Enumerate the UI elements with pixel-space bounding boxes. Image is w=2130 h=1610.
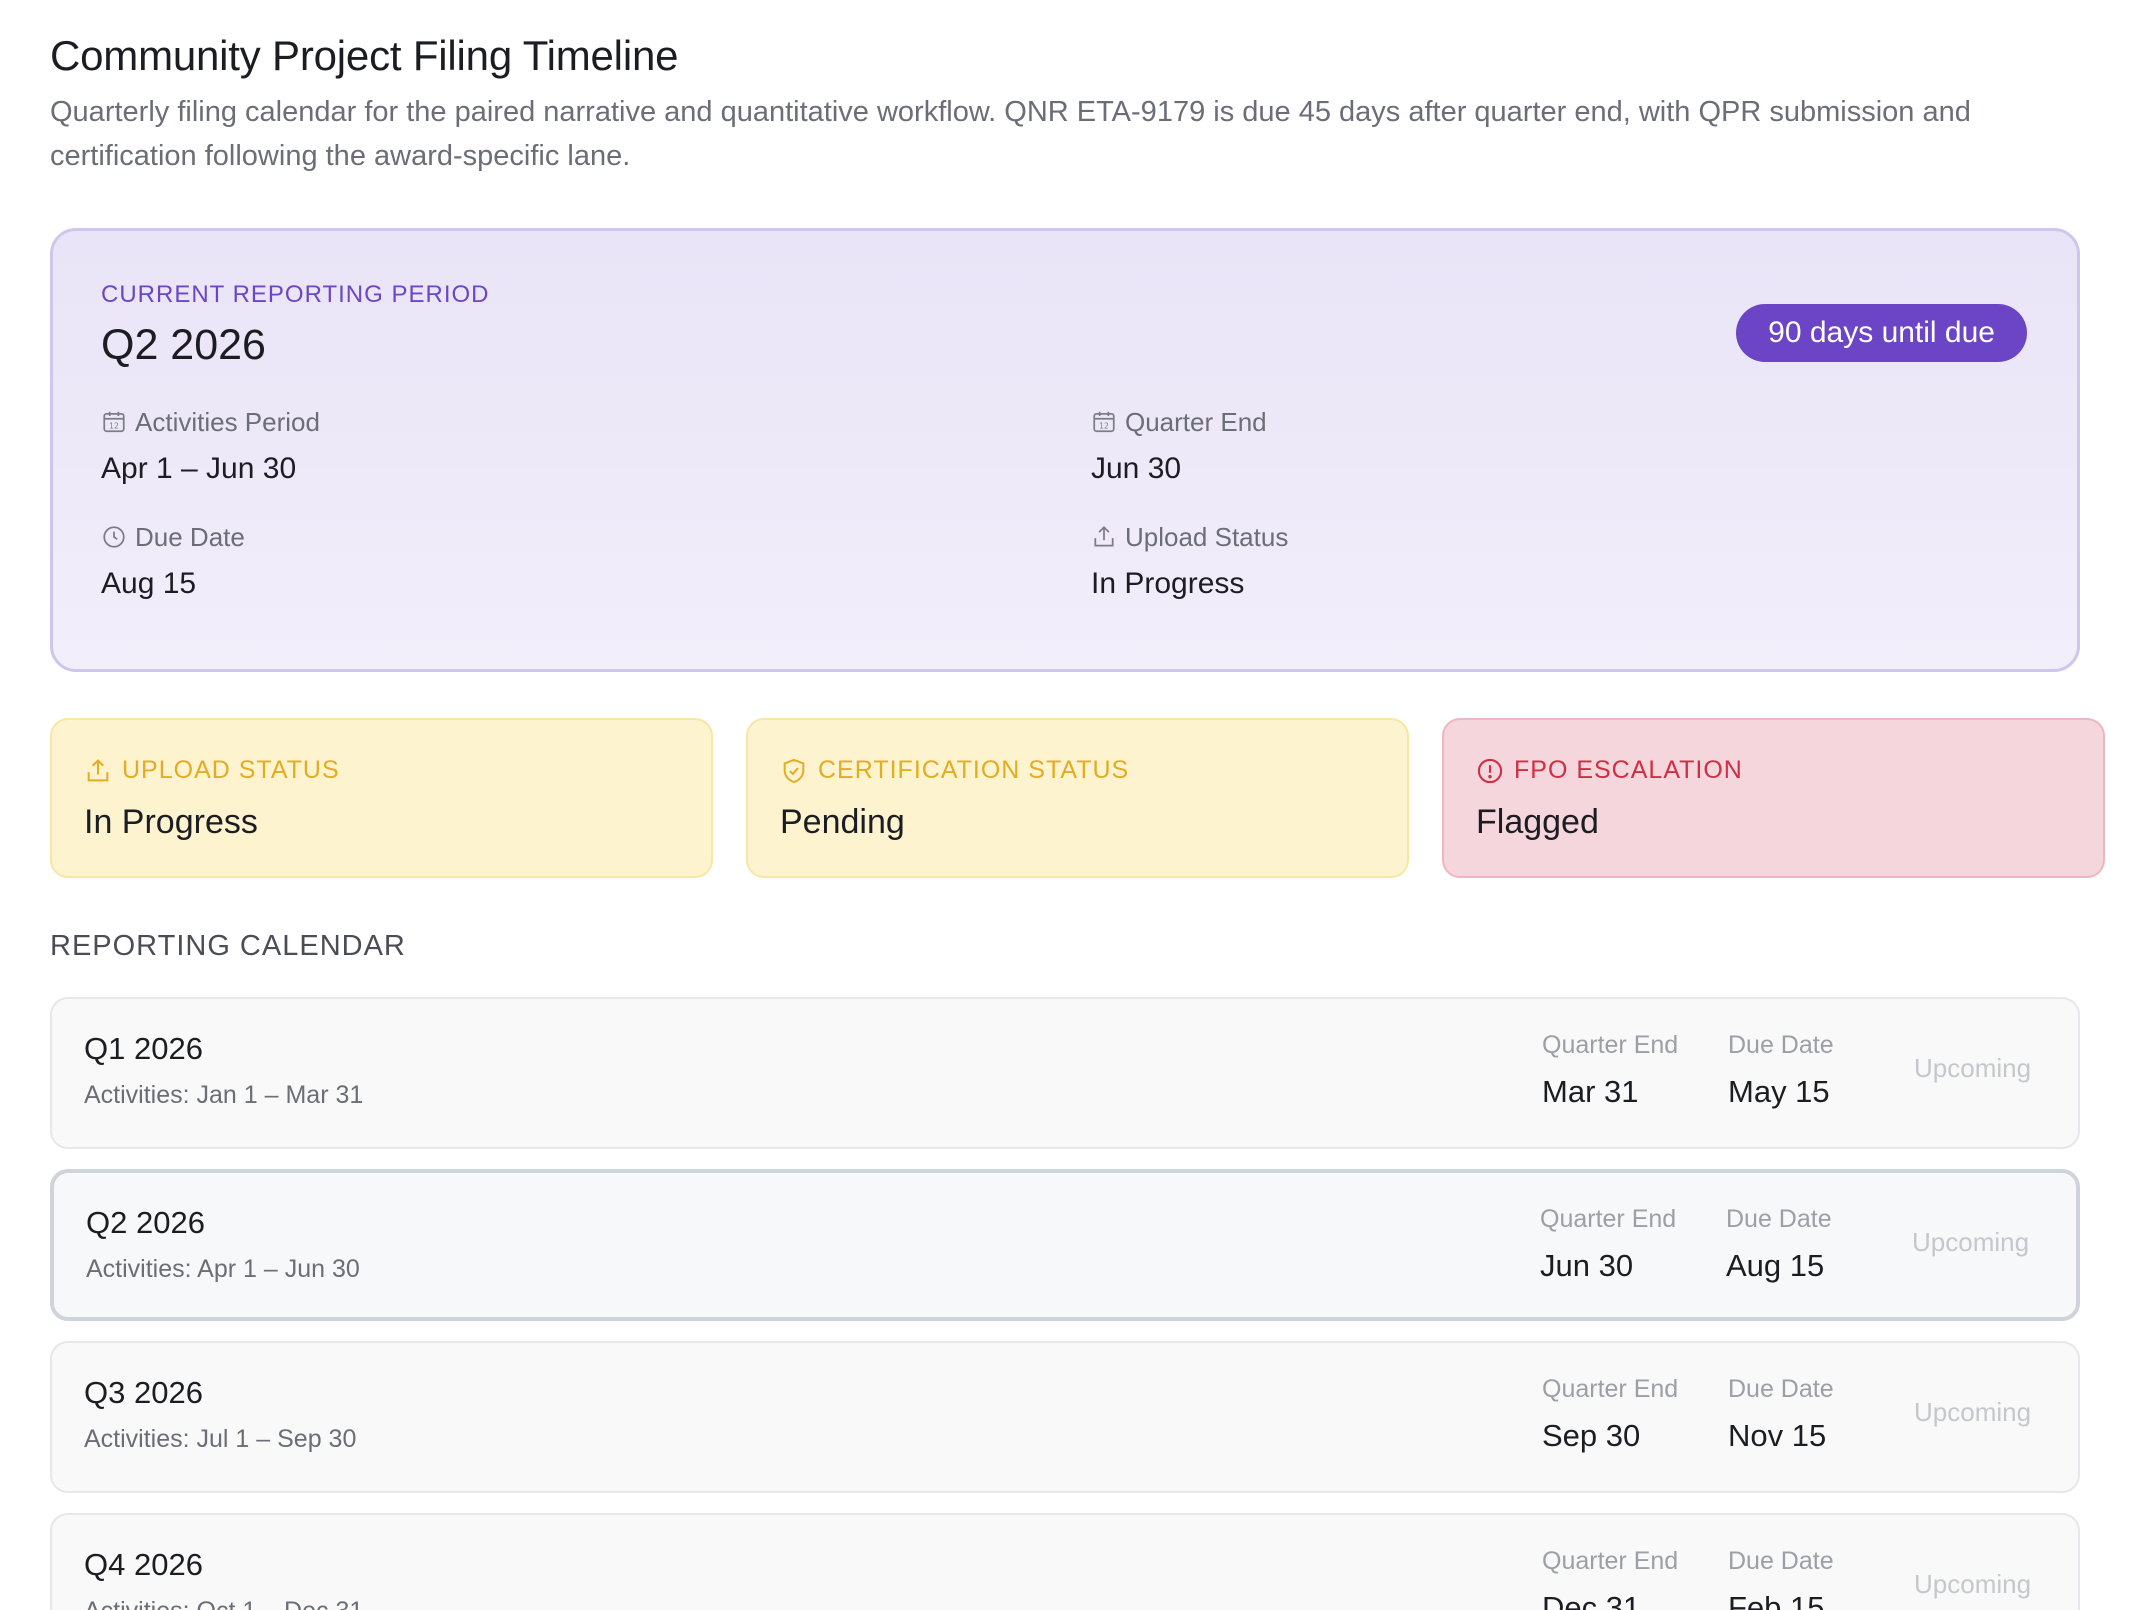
fpo-escalation-card-label: FPO ESCALATION	[1514, 756, 1743, 784]
due-date-value: May 15	[1728, 1074, 1830, 1109]
calendar-row-q1[interactable]: Q1 2026 Activities: Jan 1 – Mar 31 Quart…	[50, 997, 2080, 1149]
reporting-calendar-heading: REPORTING CALENDAR	[50, 930, 406, 962]
reporting-calendar-list: Q1 2026 Activities: Jan 1 – Mar 31 Quart…	[50, 997, 2080, 1610]
status-summary: UPLOAD STATUS In Progress CERTIFICATION …	[50, 718, 2105, 878]
current-period-details: 12 Activities Period Apr 1 – Jun 30 12 Q…	[101, 406, 2027, 601]
quarter-end-value: Jun 30	[1540, 1248, 1634, 1283]
certification-status-card: CERTIFICATION STATUS Pending	[746, 718, 1409, 878]
calendar-row-status: Upcoming	[1914, 1569, 2032, 1599]
certification-status-card-label: CERTIFICATION STATUS	[818, 756, 1130, 784]
due-date-label: Due Date	[1728, 1031, 1834, 1059]
due-date-value: Aug 15	[1726, 1248, 1825, 1283]
quarter-end-label: Quarter End	[1542, 1375, 1679, 1403]
activities-period-value: Apr 1 – Jun 30	[101, 452, 297, 485]
calendar-row-status: Upcoming	[1914, 1053, 2032, 1083]
certification-status-card-value: Pending	[780, 803, 905, 841]
clock-icon	[103, 526, 125, 548]
due-date-label: Due Date	[1726, 1205, 1832, 1233]
quarter-end-label: Quarter End	[1542, 1547, 1679, 1575]
due-date-label: Due Date	[135, 521, 245, 552]
due-date-label: Due Date	[1728, 1375, 1834, 1403]
alert-circle-icon	[1477, 758, 1503, 783]
page-subtitle: Quarterly filing calendar for the paired…	[50, 96, 1971, 172]
upload-status-card-label: UPLOAD STATUS	[122, 756, 340, 784]
shield-check-icon	[783, 758, 805, 783]
quarter-end-value: Sep 30	[1542, 1418, 1641, 1453]
calendar-row-q4[interactable]: Q4 2026 Activities: Oct 1 – Dec 31 Quart…	[50, 1513, 2080, 1610]
svg-text:12: 12	[1099, 422, 1109, 431]
page-title: Community Project Filing Timeline	[50, 32, 679, 79]
svg-text:12: 12	[109, 422, 119, 431]
upload-status-card: UPLOAD STATUS In Progress	[50, 718, 713, 878]
due-date-field: Due Date Aug 15	[101, 521, 1091, 601]
due-date-label: Due Date	[1728, 1547, 1834, 1575]
calendar-row-q3[interactable]: Q3 2026 Activities: Jul 1 – Sep 30 Quart…	[50, 1341, 2080, 1493]
quarter-end-value: Jun 30	[1091, 452, 1182, 485]
quarter-end-value: Dec 31	[1542, 1590, 1641, 1610]
activities-period-field: 12 Activities Period Apr 1 – Jun 30	[101, 406, 1091, 486]
calendar-icon: 12	[103, 411, 125, 433]
due-date-value: Feb 15	[1728, 1590, 1825, 1610]
quarter-end-value: Mar 31	[1542, 1074, 1639, 1109]
days-until-due-badge: 90 days until due	[1736, 304, 2027, 362]
quarter-end-field: 12 Quarter End Jun 30	[1091, 406, 2091, 486]
upload-icon	[1094, 526, 1114, 547]
fpo-escalation-card-value: Flagged	[1476, 803, 1599, 841]
current-period-card: CURRENT REPORTING PERIOD Q2 2026 90 days…	[50, 228, 2080, 672]
current-period-eyebrow: CURRENT REPORTING PERIOD	[101, 281, 490, 308]
upload-status-label: Upload Status	[1125, 521, 1289, 552]
upload-status-value: In Progress	[1091, 567, 1245, 600]
fpo-escalation-card: FPO ESCALATION Flagged	[1442, 718, 2105, 878]
calendar-row-q2[interactable]: Q2 2026 Activities: Apr 1 – Jun 30 Quart…	[50, 1169, 2080, 1321]
due-date-value: Aug 15	[101, 567, 197, 600]
due-date-value: Nov 15	[1728, 1418, 1827, 1453]
quarter-end-label: Quarter End	[1540, 1205, 1677, 1233]
activities-period-label: Activities Period	[135, 406, 320, 437]
quarter-end-label: Quarter End	[1542, 1031, 1679, 1059]
calendar-icon: 12	[1093, 411, 1115, 433]
page: Community Project Filing Timeline Quarte…	[0, 0, 2130, 1610]
upload-status-card-value: In Progress	[84, 803, 258, 841]
calendar-row-status: Upcoming	[1912, 1227, 2030, 1257]
upload-icon	[87, 758, 109, 781]
quarter-end-label: Quarter End	[1125, 406, 1267, 437]
upload-status-field: Upload Status In Progress	[1091, 521, 2091, 601]
calendar-row-status: Upcoming	[1914, 1397, 2032, 1427]
